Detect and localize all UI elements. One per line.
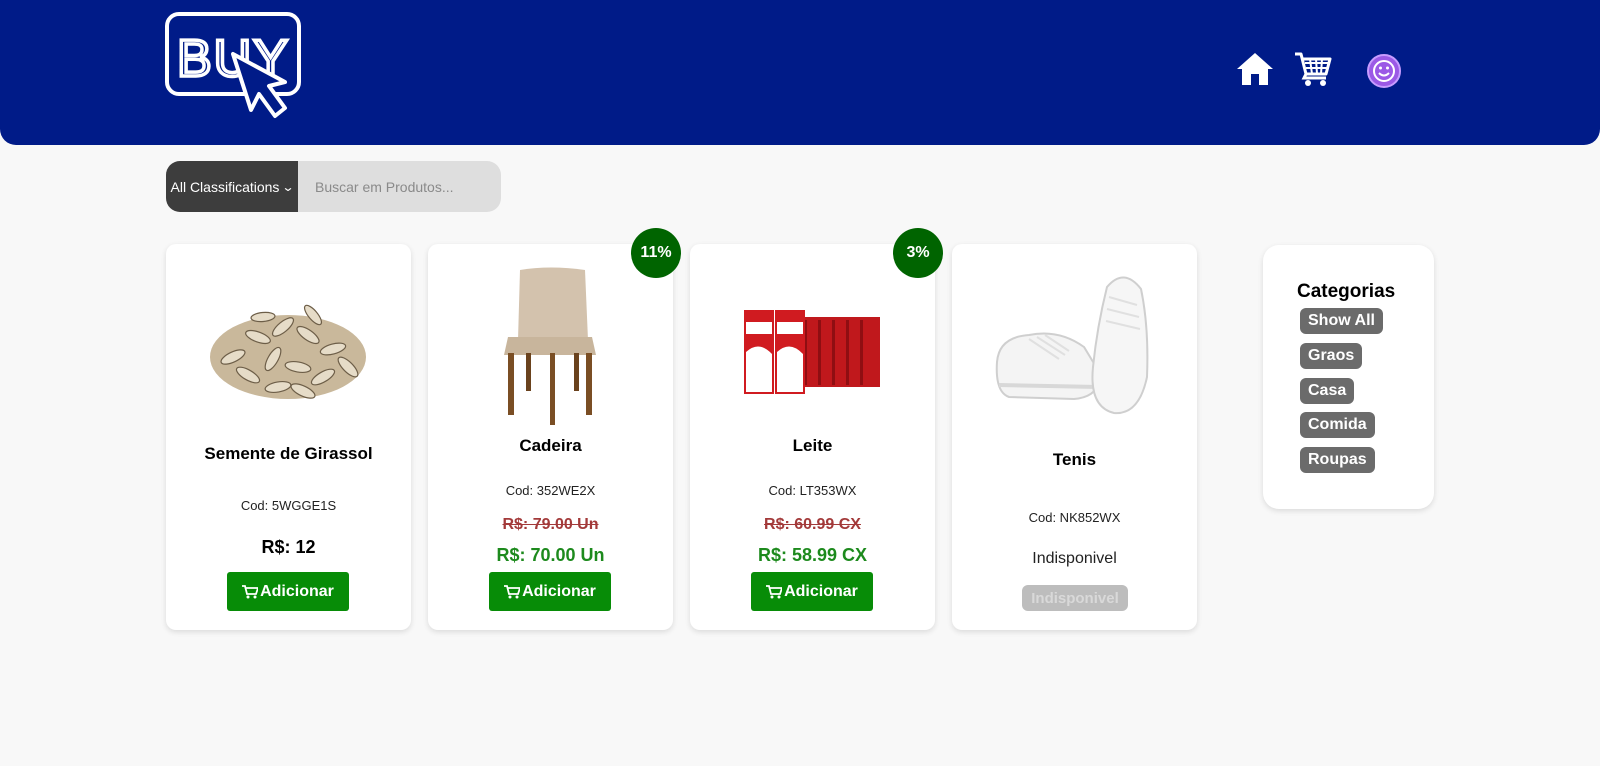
chevron-down-icon: ⌄	[281, 179, 296, 194]
cart-icon[interactable]	[1294, 50, 1332, 86]
product-name: Tenis	[1052, 450, 1097, 469]
search-input[interactable]	[298, 161, 501, 212]
add-to-cart-button[interactable]: Adicionar	[227, 572, 349, 611]
add-to-cart-label: Adicionar	[260, 582, 334, 600]
product-card: Tenis Cod: NK852WX Indisponivel Indispon…	[952, 244, 1197, 630]
product-image	[188, 262, 388, 432]
add-to-cart-label: Adicionar	[522, 582, 596, 600]
product-card: Leite Cod: LT353WX R$: 60.99 CX R$: 58.9…	[690, 244, 935, 630]
category-graos[interactable]: Graos	[1300, 343, 1363, 369]
classification-select-label: All Classifications	[170, 178, 280, 195]
add-to-cart-button[interactable]: Adicionar	[751, 572, 873, 611]
home-icon[interactable]	[1236, 52, 1274, 86]
product-name: Semente de Girassol	[204, 444, 373, 463]
cart-icon	[504, 584, 521, 598]
product-image	[712, 262, 912, 432]
product-code: Cod: NK852WX	[1028, 510, 1121, 525]
product-search-bar: All Classifications ⌄	[166, 161, 501, 212]
unavailable-button: Indisponivel	[1022, 585, 1128, 611]
categories-title: Categorias	[1297, 281, 1396, 302]
smiley-avatar-icon	[1373, 60, 1395, 82]
chair-image	[504, 267, 596, 425]
category-roupas[interactable]: Roupas	[1300, 447, 1375, 473]
category-show-all[interactable]: Show All	[1300, 308, 1383, 334]
category-casa[interactable]: Casa	[1300, 378, 1355, 404]
cart-icon	[242, 584, 259, 598]
product-image	[974, 262, 1174, 432]
product-image	[450, 262, 650, 432]
milk-boxes-image	[744, 310, 880, 394]
product-old-price: R$: 60.99 CX	[764, 516, 861, 533]
product-code: Cod: 352WE2X	[505, 483, 596, 498]
top-header: BUY	[0, 0, 1600, 145]
product-code: Cod: 5WGGE1S	[240, 498, 337, 513]
product-status: Indisponivel	[1032, 550, 1117, 567]
product-price: R$: 12	[261, 537, 316, 557]
sunflower-seeds-image	[210, 304, 366, 399]
user-avatar[interactable]	[1367, 54, 1401, 88]
add-to-cart-button[interactable]: Adicionar	[489, 572, 611, 611]
discount-badge: 11%	[631, 228, 681, 278]
product-discount-price: R$: 70.00 Un	[496, 545, 605, 565]
product-name: Cadeira	[519, 436, 582, 455]
product-card: Cadeira Cod: 352WE2X R$: 79.00 Un R$: 70…	[428, 244, 673, 630]
discount-badge: 3%	[893, 228, 943, 278]
product-name: Leite	[792, 436, 833, 455]
white-sneakers-image	[995, 276, 1149, 415]
product-card: Semente de Girassol Cod: 5WGGE1S R$: 12 …	[166, 244, 411, 630]
add-to-cart-label: Adicionar	[784, 582, 858, 600]
category-comida[interactable]: Comida	[1300, 412, 1375, 438]
product-code: Cod: LT353WX	[768, 483, 857, 498]
cart-icon	[766, 584, 783, 598]
buy-logo[interactable]: BUY	[165, 12, 305, 124]
categories-panel: Categorias Show All Graos Casa Comida Ro…	[1263, 245, 1434, 509]
product-old-price: R$: 79.00 Un	[502, 516, 599, 533]
classification-select[interactable]: All Classifications ⌄	[166, 161, 298, 212]
product-discount-price: R$: 58.99 CX	[757, 545, 868, 565]
